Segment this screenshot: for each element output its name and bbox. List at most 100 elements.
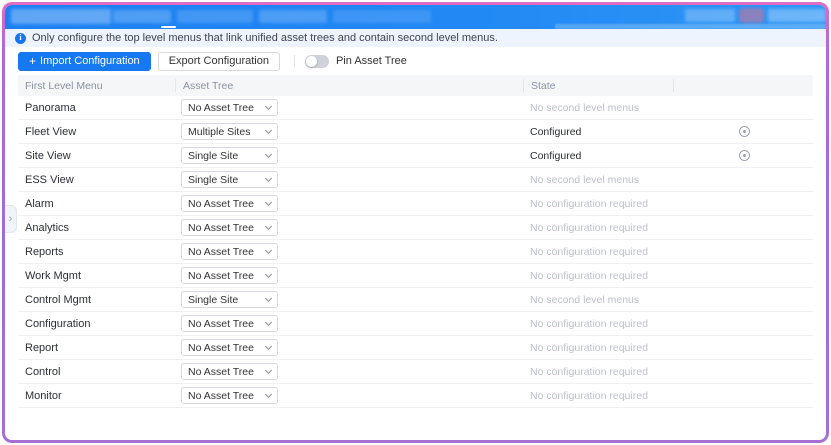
info-banner: i Only configure the top level menus tha…	[5, 29, 826, 47]
state-cell: No configuration required	[530, 389, 648, 402]
left-panel-expander[interactable]: ›	[5, 205, 17, 233]
menu-cell: Monitor	[25, 389, 62, 402]
asset-tree-value: Single Site	[188, 173, 239, 186]
asset-tree-value: No Asset Tree	[188, 245, 254, 258]
table-row: Panorama No Asset Tree No second level m…	[18, 96, 813, 120]
col-header-asset-tree: Asset Tree	[175, 79, 523, 92]
plus-icon: +	[29, 54, 37, 68]
asset-tree-cell: No Asset Tree	[175, 387, 523, 404]
state-cell: No configuration required	[530, 269, 648, 282]
export-configuration-button[interactable]: Export Configuration	[157, 51, 280, 71]
asset-tree-value: No Asset Tree	[188, 365, 254, 378]
state-cell: No configuration required	[530, 317, 648, 330]
toolbar: + Import Configuration Export Configurat…	[5, 47, 826, 75]
asset-tree-cell: No Asset Tree	[175, 99, 523, 116]
asset-tree-select[interactable]: No Asset Tree	[181, 243, 278, 260]
table-row: Control Mgmt Single Site No second level…	[18, 288, 813, 312]
asset-tree-select[interactable]: No Asset Tree	[181, 219, 278, 236]
chevron-down-icon	[264, 102, 273, 110]
info-icon: i	[15, 32, 26, 44]
table-row: Work Mgmt No Asset Tree No configuration…	[18, 264, 813, 288]
asset-tree-value: No Asset Tree	[188, 101, 254, 114]
asset-tree-value: No Asset Tree	[188, 269, 254, 282]
chevron-down-icon	[264, 126, 273, 134]
asset-tree-select[interactable]: No Asset Tree	[181, 339, 278, 356]
asset-tree-value: No Asset Tree	[188, 317, 254, 330]
table-body: Panorama No Asset Tree No second level m…	[18, 96, 813, 408]
screenshot-frame: i Only configure the top level menus tha…	[0, 0, 831, 445]
asset-tree-cell: Single Site	[175, 291, 523, 308]
redacted-nav-item[interactable]	[259, 10, 327, 23]
table-row: Fleet View Multiple Sites Configured	[18, 120, 813, 144]
table-row: Analytics No Asset Tree No configuration…	[18, 216, 813, 240]
asset-tree-cell: Multiple Sites	[175, 123, 523, 140]
asset-tree-select[interactable]: No Asset Tree	[181, 315, 278, 332]
asset-tree-cell: Single Site	[175, 147, 523, 164]
chevron-down-icon	[264, 270, 273, 278]
col-header-state: State	[523, 79, 673, 92]
top-nav-bar	[5, 5, 826, 29]
state-cell: No configuration required	[530, 365, 648, 378]
redacted-avatar[interactable]	[739, 8, 764, 23]
asset-tree-select[interactable]: Multiple Sites	[181, 123, 278, 140]
asset-tree-select[interactable]: No Asset Tree	[181, 387, 278, 404]
chevron-down-icon	[264, 150, 273, 158]
menu-cell: Panorama	[25, 101, 76, 114]
chevron-down-icon	[264, 366, 273, 374]
asset-tree-select[interactable]: Single Site	[181, 291, 278, 308]
asset-tree-cell: No Asset Tree	[175, 243, 523, 260]
chevron-down-icon	[264, 198, 273, 206]
table-row: Reports No Asset Tree No configuration r…	[18, 240, 813, 264]
state-cell: No configuration required	[530, 341, 648, 354]
redacted-toolbar-item[interactable]	[685, 9, 735, 22]
menu-cell: Reports	[25, 245, 64, 258]
chevron-down-icon	[264, 390, 273, 398]
asset-tree-value: Single Site	[188, 149, 239, 162]
table-row: Control No Asset Tree No configuration r…	[18, 360, 813, 384]
chevron-down-icon	[264, 318, 273, 326]
asset-tree-select[interactable]: No Asset Tree	[181, 99, 278, 116]
redacted-nav-item[interactable]	[333, 10, 431, 23]
asset-tree-value: Multiple Sites	[188, 125, 251, 138]
import-configuration-button[interactable]: + Import Configuration	[18, 51, 151, 71]
asset-tree-select[interactable]: No Asset Tree	[181, 363, 278, 380]
redacted-nav-item[interactable]	[11, 9, 111, 24]
app-window: i Only configure the top level menus tha…	[2, 2, 829, 443]
asset-tree-value: No Asset Tree	[188, 197, 254, 210]
col-header-actions	[673, 79, 813, 92]
asset-tree-select[interactable]: No Asset Tree	[181, 195, 278, 212]
asset-tree-cell: No Asset Tree	[175, 315, 523, 332]
asset-tree-value: No Asset Tree	[188, 341, 254, 354]
configure-target-icon[interactable]	[739, 126, 750, 137]
chevron-down-icon	[264, 246, 273, 254]
asset-tree-select[interactable]: No Asset Tree	[181, 267, 278, 284]
menu-cell: Fleet View	[25, 125, 77, 138]
table-row: Monitor No Asset Tree No configuration r…	[18, 384, 813, 408]
chevron-down-icon	[264, 294, 273, 302]
asset-tree-cell: No Asset Tree	[175, 363, 523, 380]
sub-nav-strip	[555, 24, 826, 29]
asset-tree-cell: No Asset Tree	[175, 267, 523, 284]
configure-target-icon[interactable]	[739, 150, 750, 161]
table-row: Report No Asset Tree No configuration re…	[18, 336, 813, 360]
info-banner-text: Only configure the top level menus that …	[32, 32, 498, 44]
redacted-toolbar-item[interactable]	[768, 9, 826, 22]
asset-tree-select[interactable]: Single Site	[181, 171, 278, 188]
table-row: Site View Single Site Configured	[18, 144, 813, 168]
menu-cell: Control Mgmt	[25, 293, 92, 306]
chevron-down-icon	[264, 342, 273, 350]
toggle-knob	[305, 55, 317, 67]
menu-cell: Configuration	[25, 317, 91, 330]
pin-asset-tree-label: Pin Asset Tree	[335, 55, 407, 67]
table-row: ESS View Single Site No second level men…	[18, 168, 813, 192]
redacted-nav-item[interactable]	[113, 10, 171, 23]
redacted-nav-item[interactable]	[177, 10, 253, 23]
menu-cell: Report	[25, 341, 59, 354]
export-configuration-label: Export Configuration	[168, 55, 269, 67]
asset-tree-select[interactable]: Single Site	[181, 147, 278, 164]
import-configuration-label: Import Configuration	[40, 55, 140, 67]
toolbar-divider	[293, 55, 295, 67]
table-header: First Level Menu Asset Tree State	[18, 75, 813, 96]
pin-asset-tree-toggle[interactable]	[304, 54, 329, 68]
menu-cell: Alarm	[25, 197, 54, 210]
